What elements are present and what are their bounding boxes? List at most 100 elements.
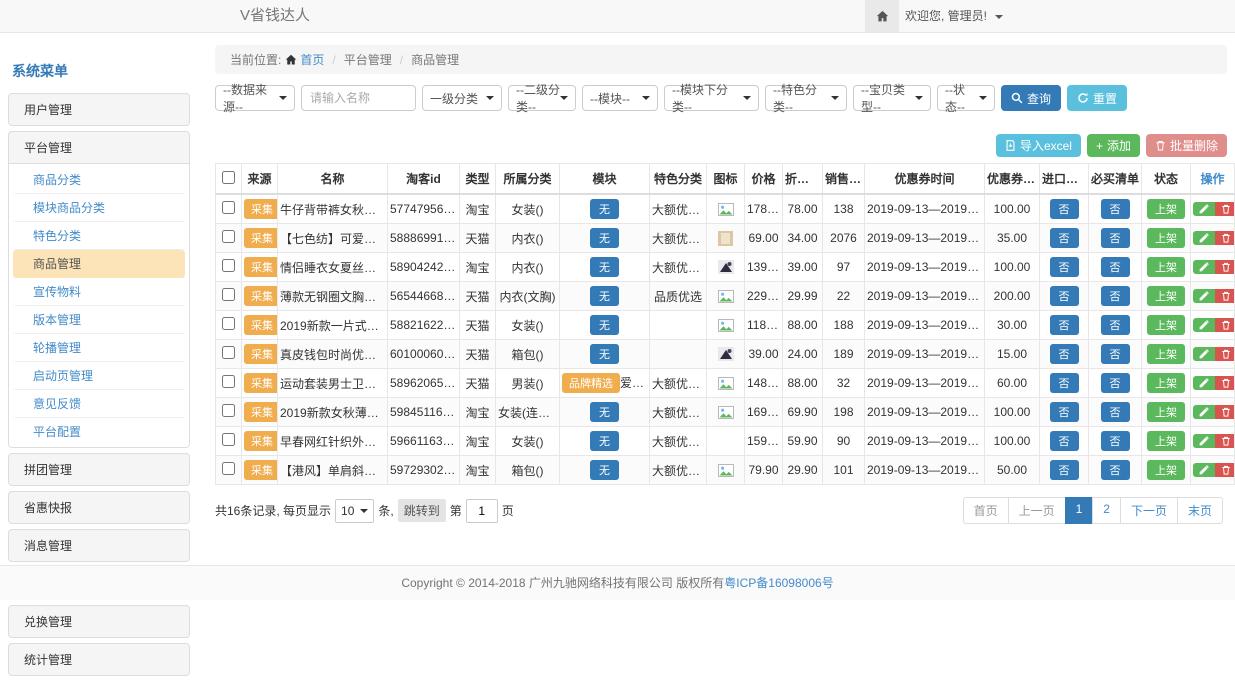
must-buy-toggle[interactable]: 否	[1101, 373, 1130, 393]
page-button[interactable]: 1	[1065, 497, 1094, 524]
row-checkbox[interactable]	[222, 288, 235, 301]
module-none-badge[interactable]: 无	[590, 315, 619, 335]
product-image-icon[interactable]	[718, 231, 733, 246]
status-button[interactable]: 上架	[1147, 460, 1185, 480]
module-none-badge[interactable]: 无	[590, 402, 619, 422]
import-select-toggle[interactable]: 否	[1050, 344, 1079, 364]
icp-link[interactable]: 粤ICP备16098006号	[724, 576, 833, 590]
import-select-toggle[interactable]: 否	[1050, 373, 1079, 393]
must-buy-toggle[interactable]: 否	[1101, 199, 1130, 219]
filter-select[interactable]: --状态--	[937, 85, 995, 111]
row-checkbox[interactable]	[222, 230, 235, 243]
status-button[interactable]: 上架	[1147, 199, 1185, 219]
filter-select[interactable]: --模块--	[582, 85, 658, 111]
delete-button[interactable]	[1215, 347, 1235, 361]
module-none-badge[interactable]: 无	[590, 199, 619, 219]
product-image-icon[interactable]	[718, 347, 734, 361]
must-buy-toggle[interactable]: 否	[1101, 315, 1130, 335]
edit-button[interactable]	[1193, 434, 1215, 448]
home-button[interactable]	[865, 0, 899, 32]
module-none-badge[interactable]: 无	[590, 431, 619, 451]
sidebar-group-toggle[interactable]: 统计管理	[9, 644, 189, 675]
search-button[interactable]: 查询	[1001, 85, 1061, 111]
module-none-badge[interactable]: 无	[590, 460, 619, 480]
status-button[interactable]: 上架	[1147, 315, 1185, 335]
page-button[interactable]: 2	[1092, 497, 1121, 524]
module-none-badge[interactable]: 无	[590, 228, 619, 248]
module-none-badge[interactable]: 无	[590, 286, 619, 306]
filter-select[interactable]: --数据来源--	[215, 85, 295, 111]
edit-button[interactable]	[1193, 376, 1215, 390]
sidebar-item[interactable]: 轮播管理	[13, 334, 185, 362]
add-button[interactable]: + 添加	[1087, 134, 1140, 157]
select-all-checkbox[interactable]	[222, 171, 235, 184]
row-checkbox[interactable]	[222, 433, 235, 446]
row-checkbox[interactable]	[222, 404, 235, 417]
must-buy-toggle[interactable]: 否	[1101, 402, 1130, 422]
status-button[interactable]: 上架	[1147, 431, 1185, 451]
breadcrumb-item[interactable]: 平台管理	[344, 51, 392, 68]
edit-button[interactable]	[1193, 289, 1215, 303]
must-buy-toggle[interactable]: 否	[1101, 460, 1130, 480]
delete-button[interactable]	[1215, 463, 1235, 477]
must-buy-toggle[interactable]: 否	[1101, 431, 1130, 451]
edit-button[interactable]	[1193, 231, 1215, 245]
status-button[interactable]: 上架	[1147, 344, 1185, 364]
row-checkbox[interactable]	[222, 317, 235, 330]
product-image-icon[interactable]	[718, 406, 734, 419]
sidebar-item[interactable]: 宣传物料	[13, 278, 185, 306]
delete-button[interactable]	[1215, 289, 1235, 303]
import-select-toggle[interactable]: 否	[1050, 257, 1079, 277]
edit-button[interactable]	[1193, 405, 1215, 419]
filter-select[interactable]: --二级分类--	[508, 85, 576, 111]
sidebar-item[interactable]: 商品分类	[13, 166, 185, 194]
breadcrumb-home-link[interactable]: 首页	[300, 51, 324, 68]
status-button[interactable]: 上架	[1147, 286, 1185, 306]
import-select-toggle[interactable]: 否	[1050, 199, 1079, 219]
page-button[interactable]: 末页	[1177, 497, 1223, 524]
delete-button[interactable]	[1215, 405, 1235, 419]
filter-select[interactable]: --模块下分类--	[664, 85, 759, 111]
row-checkbox[interactable]	[222, 375, 235, 388]
product-image-icon[interactable]	[718, 290, 734, 303]
user-menu[interactable]: 欢迎您, 管理员!	[905, 0, 1003, 32]
sidebar-item[interactable]: 商品管理	[13, 250, 185, 278]
import-select-toggle[interactable]: 否	[1050, 431, 1079, 451]
import-select-toggle[interactable]: 否	[1050, 286, 1079, 306]
edit-button[interactable]	[1193, 260, 1215, 274]
must-buy-toggle[interactable]: 否	[1101, 286, 1130, 306]
jump-button[interactable]: 跳转到	[398, 499, 446, 522]
page-button[interactable]: 下一页	[1120, 497, 1178, 524]
status-button[interactable]: 上架	[1147, 373, 1185, 393]
sidebar-group-toggle[interactable]: 省惠快报	[9, 492, 189, 523]
edit-button[interactable]	[1193, 202, 1215, 216]
sidebar-group-toggle[interactable]: 拼团管理	[9, 454, 189, 485]
row-checkbox[interactable]	[222, 201, 235, 214]
row-checkbox[interactable]	[222, 462, 235, 475]
sidebar-item[interactable]: 启动页管理	[13, 362, 185, 390]
row-checkbox[interactable]	[222, 259, 235, 272]
breadcrumb-home[interactable]: 首页	[285, 51, 324, 68]
batch-delete-button[interactable]: 批量删除	[1146, 134, 1227, 157]
filter-select[interactable]: --特色分类--	[765, 85, 847, 111]
sidebar-group-toggle[interactable]: 平台管理	[9, 132, 189, 163]
delete-button[interactable]	[1215, 434, 1235, 448]
module-none-badge[interactable]: 无	[590, 257, 619, 277]
edit-button[interactable]	[1193, 347, 1215, 361]
sidebar-group-toggle[interactable]: 消息管理	[9, 530, 189, 561]
sidebar-item[interactable]: 特色分类	[13, 222, 185, 250]
product-image-icon[interactable]	[718, 260, 734, 274]
delete-button[interactable]	[1215, 202, 1235, 216]
edit-button[interactable]	[1193, 318, 1215, 332]
delete-button[interactable]	[1215, 260, 1235, 274]
must-buy-toggle[interactable]: 否	[1101, 228, 1130, 248]
filter-select[interactable]: --宝贝类型--	[853, 85, 931, 111]
per-page-select[interactable]: 10	[335, 499, 374, 523]
sidebar-item[interactable]: 意见反馈	[13, 390, 185, 418]
sidebar-item[interactable]: 模块商品分类	[13, 194, 185, 222]
edit-button[interactable]	[1193, 463, 1215, 477]
delete-button[interactable]	[1215, 376, 1235, 390]
delete-button[interactable]	[1215, 231, 1235, 245]
status-button[interactable]: 上架	[1147, 228, 1185, 248]
status-button[interactable]: 上架	[1147, 257, 1185, 277]
